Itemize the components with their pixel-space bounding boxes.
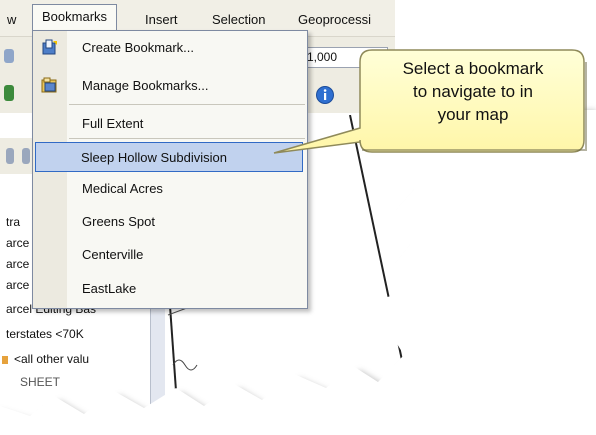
menu-item-create-bookmark[interactable]: Create Bookmark... [33,33,307,63]
callout-line: Select a bookmark [402,59,544,78]
menu-item-label: Medical Acres [82,181,163,196]
menu-item-label: Create Bookmark... [82,40,194,55]
menu-item-eastlake[interactable]: EastLake [33,274,307,304]
menu-selection[interactable]: Selection [205,8,272,31]
bookmarks-menu: Create Bookmark... Manage Bookmarks... F… [32,30,308,309]
menu-separator [69,104,305,105]
toc-layer-row[interactable]: SHEET [20,375,60,389]
toolbar-button[interactable] [4,49,14,63]
menu-item-label: Sleep Hollow Subdivision [81,150,227,165]
create-bookmark-icon [42,39,57,55]
toolbar-button[interactable] [4,85,14,101]
menu-item-label: Greens Spot [82,214,155,229]
toc-layer-row[interactable]: arce [6,257,29,271]
menu-item-centerville[interactable]: Centerville [33,240,307,270]
identify-icon[interactable] [315,85,335,105]
toc-button[interactable] [6,148,14,164]
menu-separator [69,138,305,139]
menu-geoprocessing[interactable]: Geoprocessi [291,8,378,31]
menu-item-full-extent[interactable]: Full Extent [33,109,307,139]
menu-item-label: Centerville [82,247,144,262]
menu-item-medical-acres[interactable]: Medical Acres [33,174,307,204]
map-scale-input[interactable]: 1,000 [300,47,388,68]
manage-bookmarks-icon [41,77,57,93]
toc-layer-row[interactable]: arce [6,236,29,250]
toc-layer-row[interactable]: terstates <70K [6,327,84,341]
toc-layer-row[interactable]: <all other valu [14,352,89,366]
toc-layer-row[interactable]: arce [6,278,29,292]
menu-item-label: Manage Bookmarks... [82,78,209,93]
menu-view[interactable]: w [0,8,23,31]
menu-item-sleep-hollow-subdivision[interactable]: Sleep Hollow Subdivision [35,142,303,172]
road-label [383,294,404,322]
menu-item-label: Full Extent [82,116,144,131]
app-window: w Bookmarks Insert Selection Geoprocessi… [0,0,596,435]
menu-item-greens-spot[interactable]: Greens Spot [33,207,307,237]
legend-swatch-icon [2,356,8,364]
menu-insert[interactable]: Insert [138,8,185,31]
callout-line: to navigate to in [412,82,534,101]
menu-item-manage-bookmarks[interactable]: Manage Bookmarks... [33,71,307,101]
menu-item-label: EastLake [82,281,137,296]
toc-button[interactable] [22,148,30,164]
toc-layer-row[interactable]: tra [6,215,20,229]
